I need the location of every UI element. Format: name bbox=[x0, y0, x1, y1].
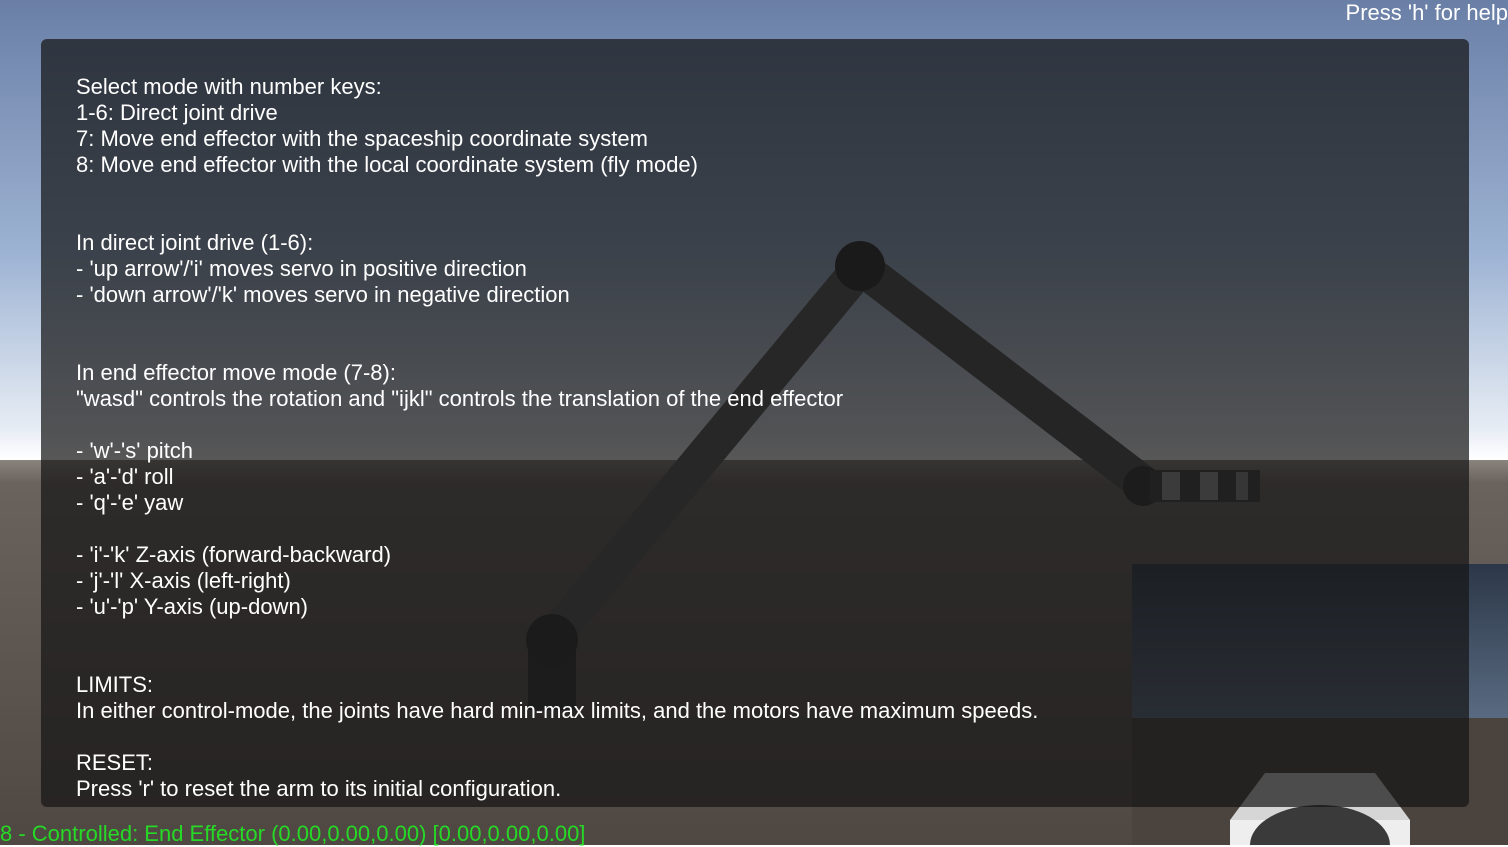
limits-heading: LIMITS: bbox=[76, 672, 154, 697]
direct-drive-up-text: - 'up arrow'/'i' moves servo in positive… bbox=[76, 256, 527, 281]
translation-z-text: - 'i'-'k' Z-axis (forward-backward) bbox=[76, 542, 392, 567]
rotation-roll-text: - 'a'-'d' roll bbox=[76, 464, 174, 489]
rotation-pitch-text: - 'w'-'s' pitch bbox=[76, 438, 194, 463]
help-hint: Press 'h' for help bbox=[1345, 0, 1508, 25]
reset-heading: RESET: bbox=[76, 750, 154, 775]
mode-7-text: 7: Move end effector with the spaceship … bbox=[76, 126, 648, 151]
status-readout: 8 - Controlled: End Effector (0.00,0.00,… bbox=[0, 821, 586, 846]
mode-8-text: 8: Move end effector with the local coor… bbox=[76, 152, 698, 177]
translation-x-text: - 'j'-'l' X-axis (left-right) bbox=[76, 568, 291, 593]
end-effector-heading: In end effector move mode (7-8): bbox=[76, 360, 396, 385]
reset-description: Press 'r' to reset the arm to its initia… bbox=[76, 776, 562, 801]
translation-y-text: - 'u'-'p' Y-axis (up-down) bbox=[76, 594, 309, 619]
mode-1-6-text: 1-6: Direct joint drive bbox=[76, 100, 278, 125]
mode-select-heading: Select mode with number keys: bbox=[76, 74, 382, 99]
rotation-yaw-text: - 'q'-'e' yaw bbox=[76, 490, 184, 515]
direct-drive-down-text: - 'down arrow'/'k' moves servo in negati… bbox=[76, 282, 570, 307]
end-effector-description: "wasd" controls the rotation and "ijkl" … bbox=[76, 386, 844, 411]
limits-description: In either control-mode, the joints have … bbox=[76, 698, 1039, 723]
direct-drive-heading: In direct joint drive (1-6): bbox=[76, 230, 314, 255]
